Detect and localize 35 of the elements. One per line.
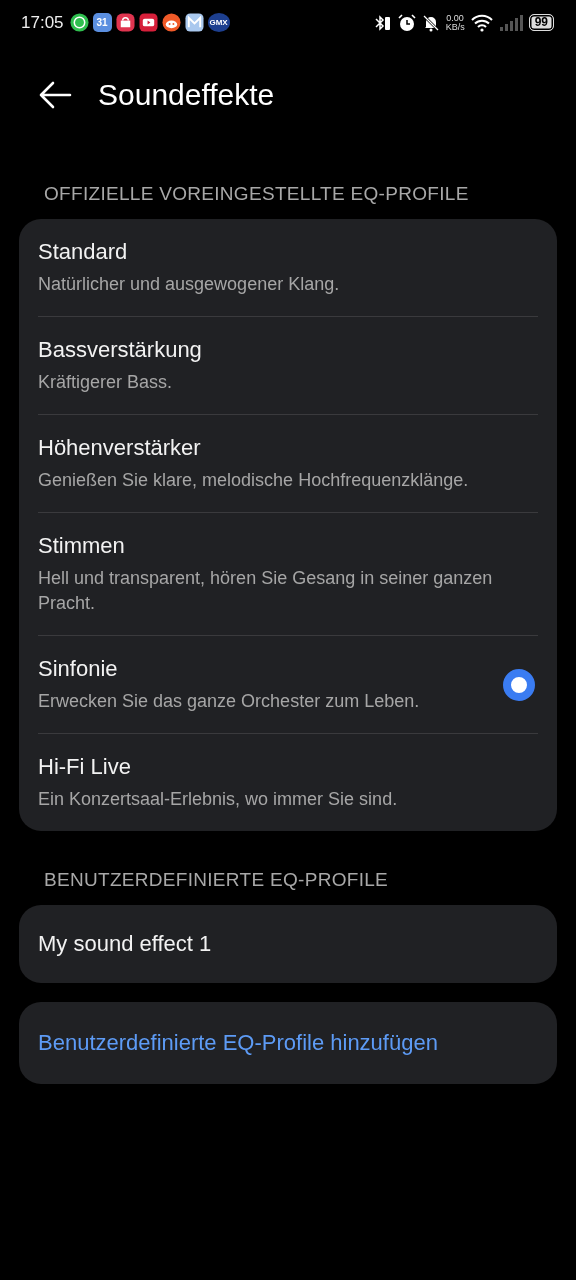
profile-description: Kräftigerer Bass. bbox=[38, 371, 174, 394]
mail-app-icon bbox=[184, 13, 204, 32]
section-heading: OFFIZIELLE VOREINGESTELLTE EQ-PROFILE bbox=[43, 182, 470, 206]
video-app-icon bbox=[138, 13, 158, 32]
signal-icon bbox=[498, 13, 523, 32]
profile-description: Erwecken Sie das ganze Orchester zum Leben. bbox=[38, 690, 421, 713]
status-time: 17:05 bbox=[21, 12, 64, 33]
profile-title[interactable]: Standard bbox=[38, 239, 519, 265]
profile-title[interactable]: Hi-Fi Live bbox=[38, 754, 519, 780]
mail-app-badge: GMX bbox=[207, 13, 230, 32]
profile-description: Ein Konzertsaal-Erlebnis, wo immer Sie sind. bbox=[38, 788, 399, 811]
battery-indicator: 99 bbox=[528, 14, 554, 31]
profile-description: Natürlicher und ausgewogener Klang. bbox=[38, 273, 341, 296]
shopping-bag-app-icon bbox=[115, 13, 135, 32]
profile-title[interactable]: Höhenverstärker bbox=[38, 435, 519, 461]
network-speed-unit: KB/s bbox=[445, 22, 465, 32]
bluetooth-icon bbox=[373, 13, 392, 32]
profile-title[interactable]: Bassverstärkung bbox=[38, 337, 519, 363]
chat-app-icon bbox=[69, 13, 89, 32]
network-speed: 0.00 bbox=[446, 13, 464, 23]
section-heading: BENUTZERDEFINIERTE EQ-PROFILE bbox=[43, 868, 390, 892]
profile-title[interactable]: Stimmen bbox=[38, 533, 519, 559]
wifi-icon bbox=[470, 13, 493, 32]
bell-muted-icon bbox=[421, 13, 440, 32]
page-title: Soundeffekte bbox=[98, 78, 275, 112]
radio-button[interactable] bbox=[503, 669, 535, 701]
profile-description: Genießen Sie klare, melodische Hochfrequenzklänge. bbox=[38, 469, 470, 492]
robot-app-icon bbox=[161, 13, 181, 32]
profile-description: Hell und transparent, hören Sie Gesang in seiner ganzen Pracht. bbox=[38, 567, 494, 615]
back-arrow-icon[interactable] bbox=[38, 81, 72, 109]
calendar-app-icon: 31 bbox=[92, 13, 112, 32]
profile-title[interactable]: My sound effect 1 bbox=[38, 931, 538, 957]
profile-title[interactable]: Sinfonie bbox=[38, 656, 491, 682]
add-profile-button[interactable]: Benutzerdefinierte EQ-Profile hinzufügen bbox=[19, 1002, 557, 1084]
alarm-clock-icon bbox=[397, 13, 416, 32]
